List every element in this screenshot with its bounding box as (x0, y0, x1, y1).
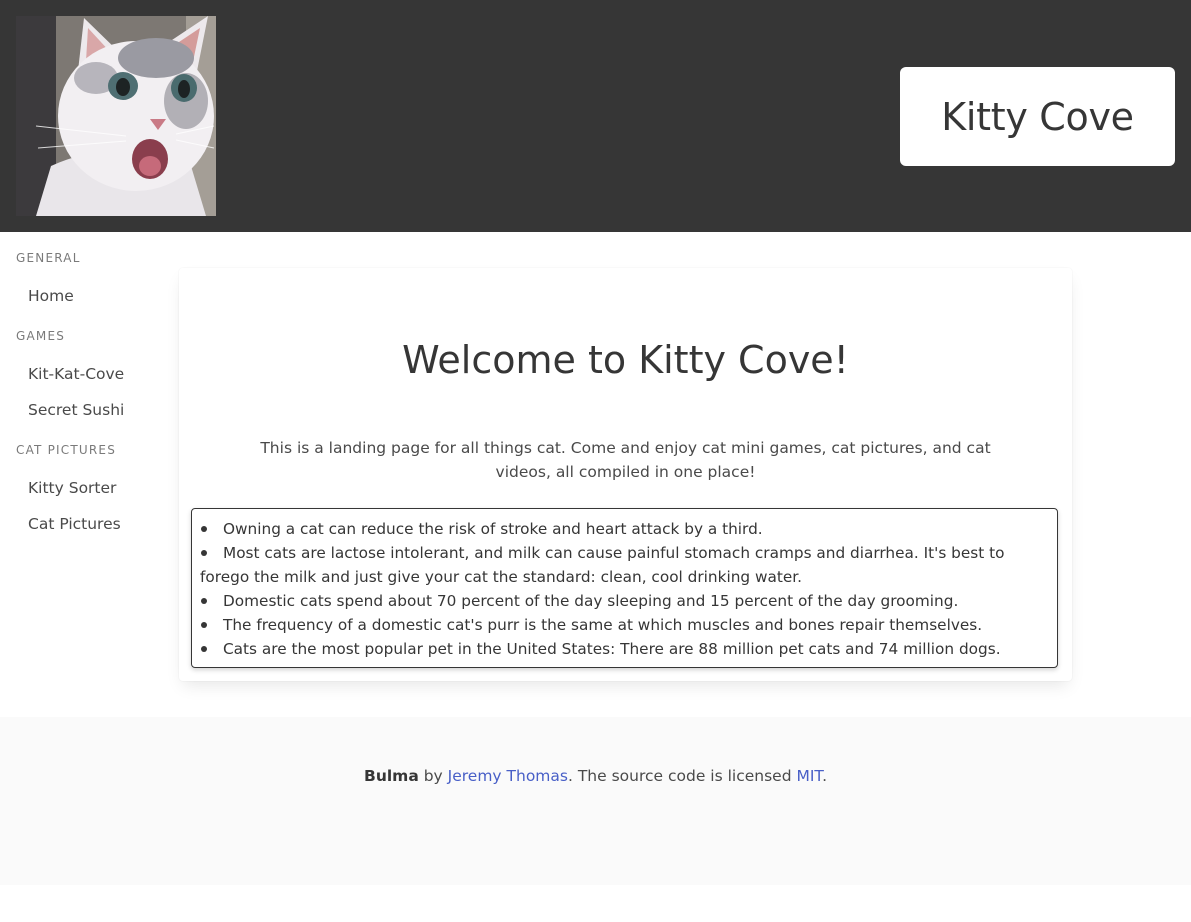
fact-item: The frequency of a domestic cat's purr i… (200, 613, 1049, 637)
footer-by-text: by (418, 767, 448, 785)
footer-author-link[interactable]: Jeremy Thomas (448, 767, 568, 785)
sidebar-item-kit-kat-cove[interactable]: Kit-Kat-Cove (28, 365, 124, 383)
sidebar-item-home[interactable]: Home (28, 287, 74, 305)
footer-brand: Bulma (364, 767, 419, 785)
site-title-box: Kitty Cove (900, 67, 1175, 166)
intro-text: This is a landing page for all things ca… (260, 439, 991, 481)
footer-credits: Bulma by Jeremy Thomas. The source code … (0, 767, 1191, 785)
site-header: Kitty Cove (0, 0, 1191, 232)
menu-label-general: General (16, 251, 81, 265)
fact-item: Owning a cat can reduce the risk of stro… (200, 517, 1049, 541)
fact-item: Domestic cats spend about 70 percent of … (200, 589, 1049, 613)
cat-photo-logo (16, 16, 216, 216)
sidebar-item-kitty-sorter[interactable]: Kitty Sorter (28, 479, 116, 497)
menu-label-cat-pictures: Cat Pictures (16, 443, 117, 457)
page-title: Welcome to Kitty Cove! (402, 338, 849, 382)
site-footer: Bulma by Jeremy Thomas. The source code … (0, 717, 1191, 885)
footer-license-link[interactable]: MIT (796, 767, 822, 785)
sidebar-item-secret-sushi[interactable]: Secret Sushi (28, 401, 124, 419)
cat-facts-box: Owning a cat can reduce the risk of stro… (191, 508, 1058, 668)
sidebar-item-cat-pictures[interactable]: Cat Pictures (28, 515, 121, 533)
site-title: Kitty Cove (941, 94, 1134, 139)
cat-facts-list: Owning a cat can reduce the risk of stro… (200, 517, 1049, 661)
footer-license-text: . The source code is licensed (567, 767, 797, 785)
welcome-card: Welcome to Kitty Cove! This is a landing… (179, 268, 1072, 681)
fact-item: Most cats are lactose intolerant, and mi… (200, 541, 1049, 589)
menu-label-games: Games (16, 329, 66, 343)
footer-period: . (822, 767, 827, 785)
fact-item: Cats are the most popular pet in the Uni… (200, 637, 1049, 661)
